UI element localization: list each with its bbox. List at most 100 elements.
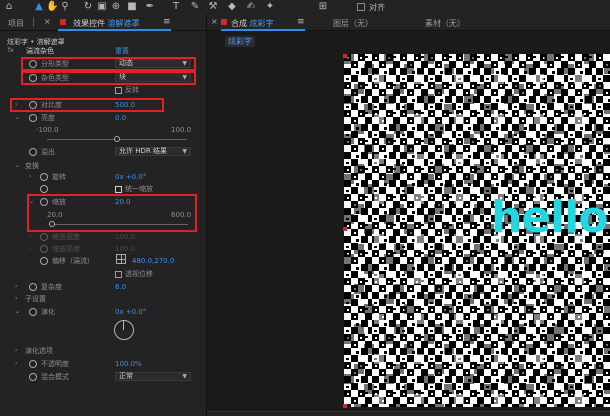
chevron-right-icon[interactable]: › [15, 282, 21, 292]
composition-viewer[interactable]: hello [344, 54, 610, 407]
chevron-down-icon[interactable]: ⌄ [15, 113, 21, 123]
stopwatch-icon[interactable] [40, 245, 48, 253]
comp-edge-marker [343, 227, 347, 231]
transform-row[interactable]: ⌄ 变换 [0, 161, 206, 171]
composition-tabbar: × 合成 炫彩字 ≡ 图层（无） 素材（无） [207, 14, 610, 31]
overflow-dropdown[interactable]: 允许 HDR 结果 ▼ [115, 147, 191, 156]
puppet-pin-icon[interactable]: ✦ [264, 1, 276, 13]
blend-mode-label: 混合模式 [41, 373, 69, 381]
fx-icon[interactable]: fx [8, 46, 14, 56]
close-tab-icon[interactable]: × [44, 17, 51, 26]
complexity-label: 复杂度 [41, 283, 62, 291]
rotate-tool-icon[interactable]: ↻ [82, 1, 94, 13]
chevron-right-icon[interactable]: › [29, 172, 35, 182]
toolbar: ⌂ ▲ ✋ ⚲ ↻ ▣ ⊕ ■ ✒ T ✎ ⚒ ◆ ✍ ✦ ⊞ 对齐 [0, 0, 610, 14]
opacity-value[interactable]: 100.0% [115, 359, 142, 369]
scale-height-label: 缩放高度 [52, 245, 80, 253]
comp-breadcrumb-chip[interactable]: 炫彩字 [225, 36, 255, 47]
chevron-down-icon: ▼ [182, 373, 187, 380]
reset-link[interactable]: 重置 [115, 46, 129, 56]
stopwatch-icon[interactable] [29, 360, 37, 368]
brightness-slider-knob[interactable] [114, 136, 120, 142]
pan-behind-tool-icon[interactable]: ⊕ [110, 1, 122, 13]
invert-row: 反转 [0, 85, 206, 95]
tab-project[interactable]: 项目 [8, 18, 24, 29]
selection-tool-icon[interactable]: ▲ [33, 1, 45, 13]
uniform-scale-label: 统一缩放 [125, 185, 153, 193]
uniform-scale-row: 统一缩放 [0, 184, 206, 194]
chevron-right-icon[interactable]: › [29, 232, 35, 242]
pen-tool-icon[interactable]: ✒ [144, 1, 156, 13]
brush-tool-icon[interactable]: ✎ [189, 1, 201, 13]
clone-stamp-icon[interactable]: ⚒ [207, 1, 219, 13]
stopwatch-icon[interactable] [29, 373, 37, 381]
effect-name: 湍流杂色 [26, 47, 54, 55]
panel-lock-icon[interactable] [221, 19, 227, 25]
comp-corner-marker [343, 54, 347, 58]
stopwatch-icon[interactable] [29, 308, 37, 316]
opacity-row: › 不透明度 100.0% [0, 359, 206, 369]
chevron-down-icon[interactable]: ⌄ [15, 307, 21, 317]
perspective-row: 透视位移 [0, 269, 206, 279]
complexity-row: › 复杂度 6.0 [0, 282, 206, 292]
roto-brush-icon[interactable]: ✍ [245, 1, 257, 13]
overflow-value: 允许 HDR 结果 [119, 147, 167, 155]
panel-menu-icon[interactable]: ≡ [297, 17, 305, 27]
tab-effect-prefix: 效果控件 [73, 19, 105, 28]
chevron-right-icon[interactable]: › [15, 359, 21, 369]
brightness-value[interactable]: 0.0 [115, 113, 126, 123]
effect-header-row[interactable]: fx 湍流杂色 重置 [0, 46, 206, 56]
sub-settings-row[interactable]: › 子设置 [0, 294, 206, 304]
stopwatch-icon[interactable] [40, 257, 48, 265]
tab-layer[interactable]: 图层（无） [333, 18, 373, 29]
perspective-label: 透视位移 [125, 270, 153, 278]
hand-tool-icon[interactable]: ✋ [46, 1, 58, 13]
evolution-value[interactable]: 0x +0.0° [115, 307, 146, 317]
stopwatch-icon[interactable] [40, 233, 48, 241]
rotation-row: › 旋转 0x +0.0° [0, 172, 206, 182]
scale-width-label: 缩放宽度 [52, 233, 80, 241]
scale-width-value: 100.0 [115, 233, 136, 241]
offset-value[interactable]: 480.0,270.0 [132, 256, 174, 266]
eraser-tool-icon[interactable]: ◆ [226, 1, 238, 13]
stopwatch-icon[interactable] [29, 148, 37, 156]
stopwatch-icon[interactable] [40, 185, 48, 193]
zoom-tool-icon[interactable]: ⚲ [59, 1, 71, 13]
home-icon[interactable]: ⌂ [3, 1, 15, 13]
stopwatch-icon[interactable] [29, 114, 37, 122]
stopwatch-icon[interactable] [29, 283, 37, 291]
evolution-dial[interactable] [114, 320, 134, 340]
chevron-down-icon: ▼ [182, 148, 187, 155]
perspective-checkbox[interactable] [115, 271, 122, 278]
brightness-row: ⌄ 亮度 0.0 [0, 113, 206, 123]
evolution-row: ⌄ 演化 0x +0.0° [0, 307, 206, 317]
overflow-row: 溢出 允许 HDR 结果 ▼ [0, 147, 206, 157]
rotation-value[interactable]: 0x +0.0° [115, 172, 146, 182]
chevron-right-icon[interactable]: › [29, 244, 35, 254]
composition-panel: × 合成 炫彩字 ≡ 图层（无） 素材（无） 炫彩字 hello [207, 14, 610, 416]
invert-checkbox[interactable] [115, 87, 122, 94]
evolution-options-label: 演化选项 [25, 347, 53, 355]
tab-effect-controls[interactable]: 效果控件 溶解遮罩 [73, 18, 140, 29]
close-tab-icon[interactable]: × [211, 17, 218, 26]
chevron-down-icon[interactable]: ⌄ [15, 161, 21, 171]
complexity-value[interactable]: 6.0 [115, 282, 126, 292]
tab-composition[interactable]: 合成 炫彩字 [231, 18, 274, 29]
crosshair-icon[interactable] [116, 254, 126, 264]
snap-label: 对齐 [369, 3, 385, 12]
stopwatch-icon[interactable] [40, 173, 48, 181]
snap-grid-icon[interactable]: ⊞ [317, 1, 329, 13]
panel-lock-icon[interactable] [60, 19, 66, 25]
tab-footage[interactable]: 素材（无） [425, 18, 465, 29]
type-tool-icon[interactable]: T [170, 1, 182, 13]
snap-checkbox[interactable] [357, 3, 365, 11]
blend-mode-dropdown[interactable]: 正常 ▼ [115, 372, 191, 381]
panel-menu-icon[interactable]: ≡ [163, 17, 171, 27]
rectangle-tool-icon[interactable]: ■ [126, 1, 138, 13]
sub-settings-label: 子设置 [25, 295, 46, 303]
evolution-options-row[interactable]: › 演化选项 [0, 346, 206, 356]
chevron-right-icon[interactable]: › [15, 294, 21, 304]
chevron-right-icon[interactable]: › [15, 346, 21, 356]
camera-tool-icon[interactable]: ▣ [96, 1, 108, 13]
uniform-scale-checkbox[interactable] [115, 186, 122, 193]
